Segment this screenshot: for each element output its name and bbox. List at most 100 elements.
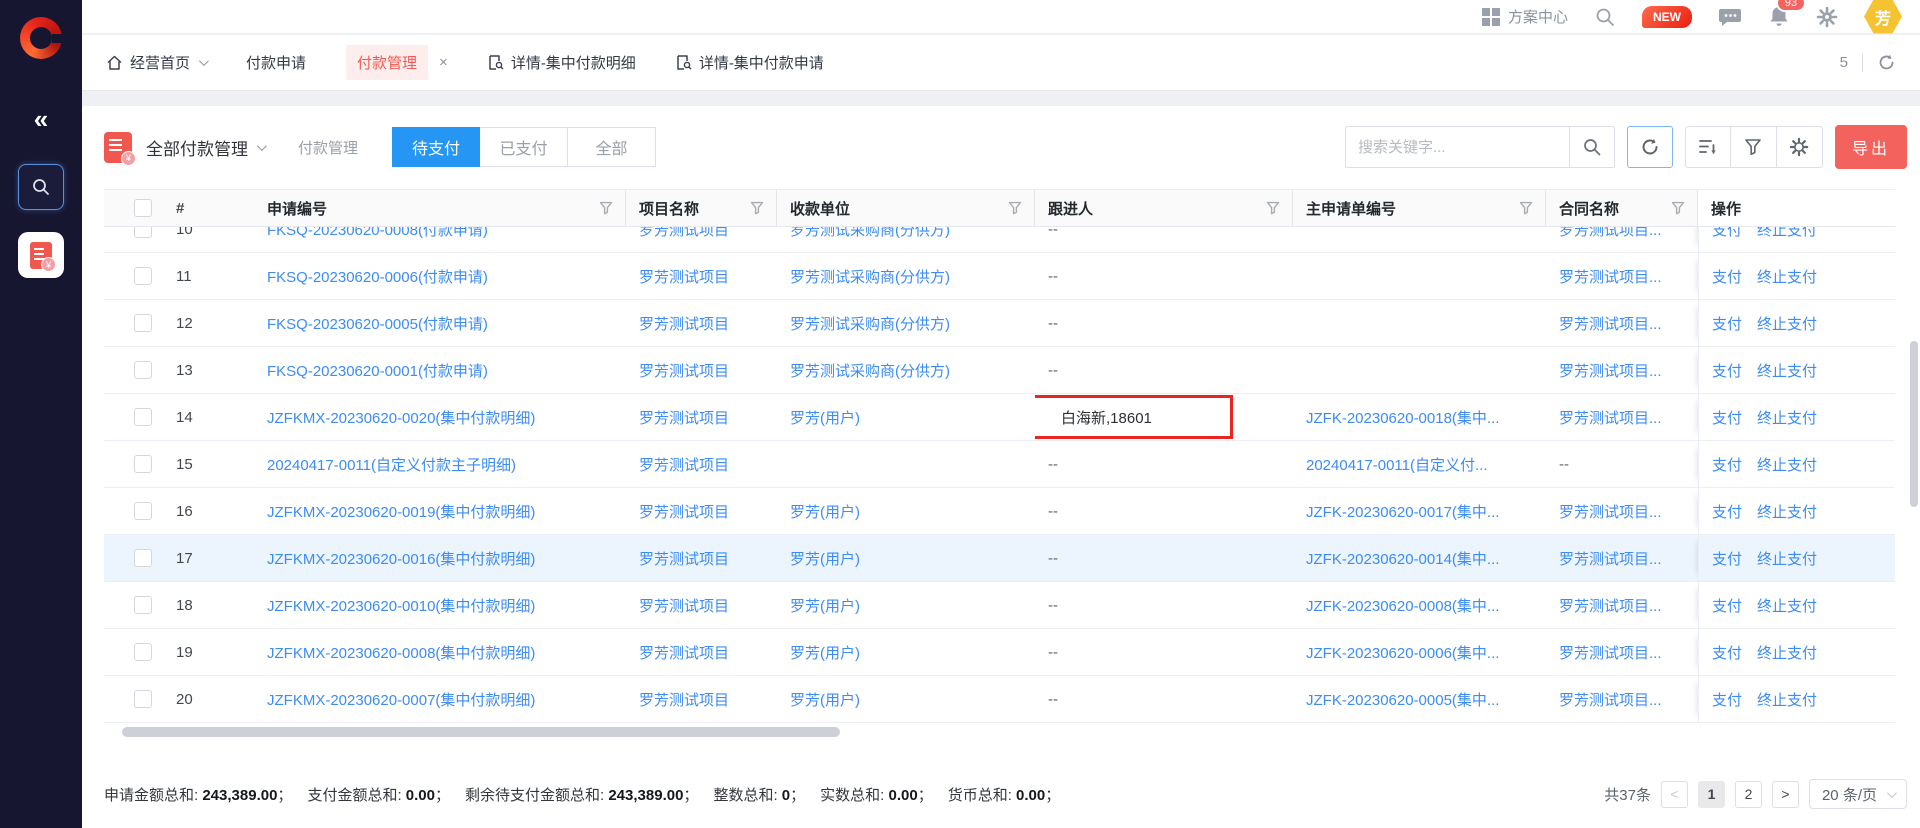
contract-link[interactable]: 罗芳测试项目... bbox=[1559, 689, 1662, 710]
sidebar-search-button[interactable] bbox=[18, 164, 64, 210]
payee-link[interactable]: 罗芳测试采购商(分供方) bbox=[790, 266, 950, 287]
main-request-no-link[interactable]: JZFK-20230620-0005(集中... bbox=[1306, 689, 1499, 710]
filter-funnel-icon[interactable] bbox=[1008, 201, 1022, 215]
page-2-button[interactable]: 2 bbox=[1735, 781, 1762, 808]
sort-button[interactable] bbox=[1685, 126, 1731, 168]
payee-link[interactable]: 罗芳测试采购商(分供方) bbox=[790, 313, 950, 334]
request-no-link[interactable]: JZFKMX-20230620-0008(集中付款明细) bbox=[267, 642, 535, 663]
close-tab-icon[interactable]: × bbox=[439, 54, 448, 71]
terminate-pay-action-link[interactable]: 终止支付 bbox=[1757, 454, 1817, 475]
refresh-tabs-icon[interactable] bbox=[1877, 53, 1896, 72]
pay-action-link[interactable]: 支付 bbox=[1712, 454, 1742, 475]
main-request-no-link[interactable]: JZFK-20230620-0017(集中... bbox=[1306, 501, 1499, 522]
pay-action-link[interactable]: 支付 bbox=[1712, 266, 1742, 287]
prev-page-button[interactable]: < bbox=[1661, 781, 1688, 808]
main-request-no-link[interactable]: JZFK-20230620-0008(集中... bbox=[1306, 595, 1499, 616]
payee-link[interactable]: 罗芳(用户) bbox=[790, 642, 860, 663]
app-logo-icon[interactable] bbox=[20, 17, 62, 59]
notifications-button[interactable]: 93 bbox=[1768, 5, 1790, 28]
project-link[interactable]: 罗芳测试项目 bbox=[639, 501, 729, 522]
row-checkbox[interactable] bbox=[134, 227, 152, 238]
filter-button[interactable] bbox=[1731, 126, 1777, 168]
payee-link[interactable]: 罗芳(用户) bbox=[790, 689, 860, 710]
messages-icon[interactable] bbox=[1718, 6, 1742, 28]
page-size-select[interactable]: 20 条/页 bbox=[1809, 779, 1907, 809]
settings-gear-icon[interactable] bbox=[1816, 6, 1838, 28]
request-no-link[interactable]: FKSQ-20230620-0008(付款申请) bbox=[267, 227, 488, 240]
payee-link[interactable]: 罗芳(用户) bbox=[790, 501, 860, 522]
request-no-link[interactable]: JZFKMX-20230620-0007(集中付款明细) bbox=[267, 689, 535, 710]
row-checkbox[interactable] bbox=[134, 267, 152, 285]
filter-funnel-icon[interactable] bbox=[599, 201, 613, 215]
next-page-button[interactable]: > bbox=[1772, 781, 1799, 808]
project-link[interactable]: 罗芳测试项目 bbox=[639, 595, 729, 616]
terminate-pay-action-link[interactable]: 终止支付 bbox=[1757, 266, 1817, 287]
request-no-link[interactable]: FKSQ-20230620-0001(付款申请) bbox=[267, 360, 488, 381]
tab-pending-payment[interactable]: 待支付 bbox=[392, 127, 480, 167]
payee-link[interactable]: 罗芳测试采购商(分供方) bbox=[790, 227, 950, 240]
export-button[interactable]: 导出 bbox=[1835, 125, 1907, 169]
request-no-link[interactable]: JZFKMX-20230620-0010(集中付款明细) bbox=[267, 595, 535, 616]
pay-action-link[interactable]: 支付 bbox=[1712, 689, 1742, 710]
pay-action-link[interactable]: 支付 bbox=[1712, 501, 1742, 522]
main-request-no-link[interactable]: 20240417-0011(自定义付... bbox=[1306, 454, 1488, 475]
terminate-pay-action-link[interactable]: 终止支付 bbox=[1757, 227, 1817, 240]
pay-action-link[interactable]: 支付 bbox=[1712, 227, 1742, 240]
row-checkbox[interactable] bbox=[134, 408, 152, 426]
pay-action-link[interactable]: 支付 bbox=[1712, 360, 1742, 381]
main-request-no-link[interactable]: JZFK-20230620-0006(集中... bbox=[1306, 642, 1499, 663]
filter-funnel-icon[interactable] bbox=[1671, 201, 1685, 215]
request-no-link[interactable]: JZFKMX-20230620-0020(集中付款明细) bbox=[267, 407, 535, 428]
payee-link[interactable]: 罗芳(用户) bbox=[790, 548, 860, 569]
project-link[interactable]: 罗芳测试项目 bbox=[639, 689, 729, 710]
payee-link[interactable]: 罗芳(用户) bbox=[790, 407, 860, 428]
row-checkbox[interactable] bbox=[134, 690, 152, 708]
request-no-link[interactable]: 20240417-0011(自定义付款主子明细) bbox=[267, 454, 516, 475]
terminate-pay-action-link[interactable]: 终止支付 bbox=[1757, 642, 1817, 663]
terminate-pay-action-link[interactable]: 终止支付 bbox=[1757, 313, 1817, 334]
pay-action-link[interactable]: 支付 bbox=[1712, 313, 1742, 334]
select-all-checkbox[interactable] bbox=[134, 199, 152, 217]
tab-payment-management-active[interactable]: 付款管理 × bbox=[346, 45, 448, 80]
project-link[interactable]: 罗芳测试项目 bbox=[639, 266, 729, 287]
new-badge[interactable]: NEW bbox=[1642, 6, 1692, 28]
contract-link[interactable]: 罗芳测试项目... bbox=[1559, 360, 1662, 381]
page-1-button[interactable]: 1 bbox=[1698, 781, 1725, 808]
tab-paid[interactable]: 已支付 bbox=[480, 127, 568, 167]
row-checkbox[interactable] bbox=[134, 643, 152, 661]
row-checkbox[interactable] bbox=[134, 361, 152, 379]
payee-link[interactable]: 罗芳测试采购商(分供方) bbox=[790, 360, 950, 381]
tab-detail-centralized-payment-request[interactable]: 详情-集中付款申请 bbox=[676, 52, 824, 73]
filter-funnel-icon[interactable] bbox=[750, 201, 764, 215]
contract-link[interactable]: 罗芳测试项目... bbox=[1559, 313, 1662, 334]
contract-link[interactable]: 罗芳测试项目... bbox=[1559, 548, 1662, 569]
sidebar-item-payment-app[interactable]: ¥ bbox=[18, 232, 64, 278]
global-search-icon[interactable] bbox=[1594, 6, 1616, 28]
request-no-link[interactable]: JZFKMX-20230620-0019(集中付款明细) bbox=[267, 501, 535, 522]
tab-payment-request[interactable]: 付款申请 bbox=[246, 52, 306, 73]
contract-link[interactable]: 罗芳测试项目... bbox=[1559, 266, 1662, 287]
tab-all[interactable]: 全部 bbox=[568, 127, 656, 167]
terminate-pay-action-link[interactable]: 终止支付 bbox=[1757, 689, 1817, 710]
row-checkbox[interactable] bbox=[134, 502, 152, 520]
search-input[interactable] bbox=[1345, 126, 1569, 168]
contract-link[interactable]: 罗芳测试项目... bbox=[1559, 642, 1662, 663]
collapse-sidebar-icon[interactable]: « bbox=[34, 106, 48, 132]
terminate-pay-action-link[interactable]: 终止支付 bbox=[1757, 407, 1817, 428]
terminate-pay-action-link[interactable]: 终止支付 bbox=[1757, 501, 1817, 522]
pay-action-link[interactable]: 支付 bbox=[1712, 595, 1742, 616]
plan-center-button[interactable]: 方案中心 bbox=[1482, 6, 1568, 27]
column-settings-button[interactable] bbox=[1777, 126, 1823, 168]
request-no-link[interactable]: FKSQ-20230620-0005(付款申请) bbox=[267, 313, 488, 334]
horizontal-scrollbar[interactable] bbox=[122, 727, 840, 737]
tab-detail-centralized-payment-detail[interactable]: 详情-集中付款明细 bbox=[488, 52, 636, 73]
pay-action-link[interactable]: 支付 bbox=[1712, 642, 1742, 663]
contract-link[interactable]: 罗芳测试项目... bbox=[1559, 407, 1662, 428]
project-link[interactable]: 罗芳测试项目 bbox=[639, 313, 729, 334]
project-link[interactable]: 罗芳测试项目 bbox=[639, 642, 729, 663]
request-no-link[interactable]: JZFKMX-20230620-0016(集中付款明细) bbox=[267, 548, 535, 569]
avatar[interactable]: 芳 bbox=[1864, 0, 1902, 35]
pay-action-link[interactable]: 支付 bbox=[1712, 548, 1742, 569]
contract-link[interactable]: 罗芳测试项目... bbox=[1559, 501, 1662, 522]
refresh-button[interactable] bbox=[1627, 126, 1673, 168]
